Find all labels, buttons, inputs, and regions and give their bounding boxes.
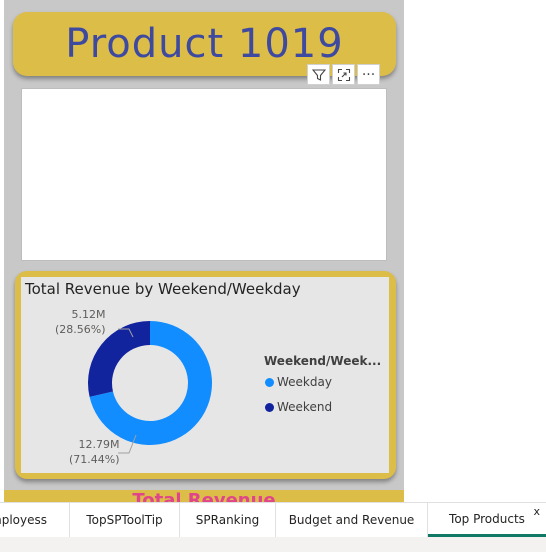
visual-header: ··· [307, 64, 380, 85]
filter-icon [311, 68, 326, 81]
donut-visual[interactable]: Total Revenue by Weekend/Weekday 5.12M (… [21, 277, 389, 473]
weekday-percent-label: (71.44%) [69, 453, 120, 466]
status-footer [0, 537, 546, 552]
tab-label: Budget and Revenue [288, 513, 415, 527]
tab-label: Top Products [449, 511, 525, 526]
tab-label: Employess [0, 513, 47, 527]
legend-marker-weekend [265, 402, 274, 412]
tab-label: TopSPToolTip [86, 513, 163, 527]
filter-button[interactable] [307, 64, 330, 85]
report-canvas: Product 1019 ··· Total Revenue by Weeken… [4, 0, 404, 502]
tab-label: SPRanking [195, 513, 260, 527]
focus-mode-button[interactable] [332, 64, 355, 85]
bottom-card-title: Total Revenue [132, 490, 276, 502]
legend-title: Weekend/Week... [264, 354, 382, 368]
weekday-data-label: 12.79M (71.44%) [69, 437, 120, 467]
legend-label-weekend: Weekend [277, 400, 333, 414]
tab-top-products[interactable]: Top Products x [428, 503, 546, 537]
weekday-value-label: 12.79M [78, 438, 120, 451]
more-options-button[interactable]: ··· [357, 64, 380, 85]
legend-item-weekend[interactable]: Weekend [265, 400, 332, 414]
tab-spranking[interactable]: SPRanking [180, 503, 276, 537]
bottom-card: Total Revenue [4, 490, 404, 502]
page-tabs: Employess TopSPToolTip SPRanking Budget … [0, 502, 546, 538]
weekend-value-label: 5.12M [71, 308, 106, 321]
more-options-icon: ··· [361, 66, 376, 83]
weekend-data-label: 5.12M (28.56%) [55, 307, 106, 337]
legend-label-weekday: Weekday [277, 375, 332, 389]
close-tab-icon[interactable]: x [533, 505, 540, 518]
focus-mode-icon [337, 68, 350, 81]
tab-employess[interactable]: Employess [0, 503, 70, 537]
page-title: Product 1019 [65, 21, 344, 67]
tab-topsptooltip[interactable]: TopSPToolTip [70, 503, 180, 537]
weekend-percent-label: (28.56%) [55, 323, 106, 336]
donut-card: Total Revenue by Weekend/Weekday 5.12M (… [15, 271, 396, 479]
legend-item-weekday[interactable]: Weekday [265, 375, 332, 389]
tab-budget-and-revenue[interactable]: Budget and Revenue [276, 503, 428, 537]
blank-visual [21, 88, 387, 261]
legend-marker-weekday [265, 377, 274, 387]
